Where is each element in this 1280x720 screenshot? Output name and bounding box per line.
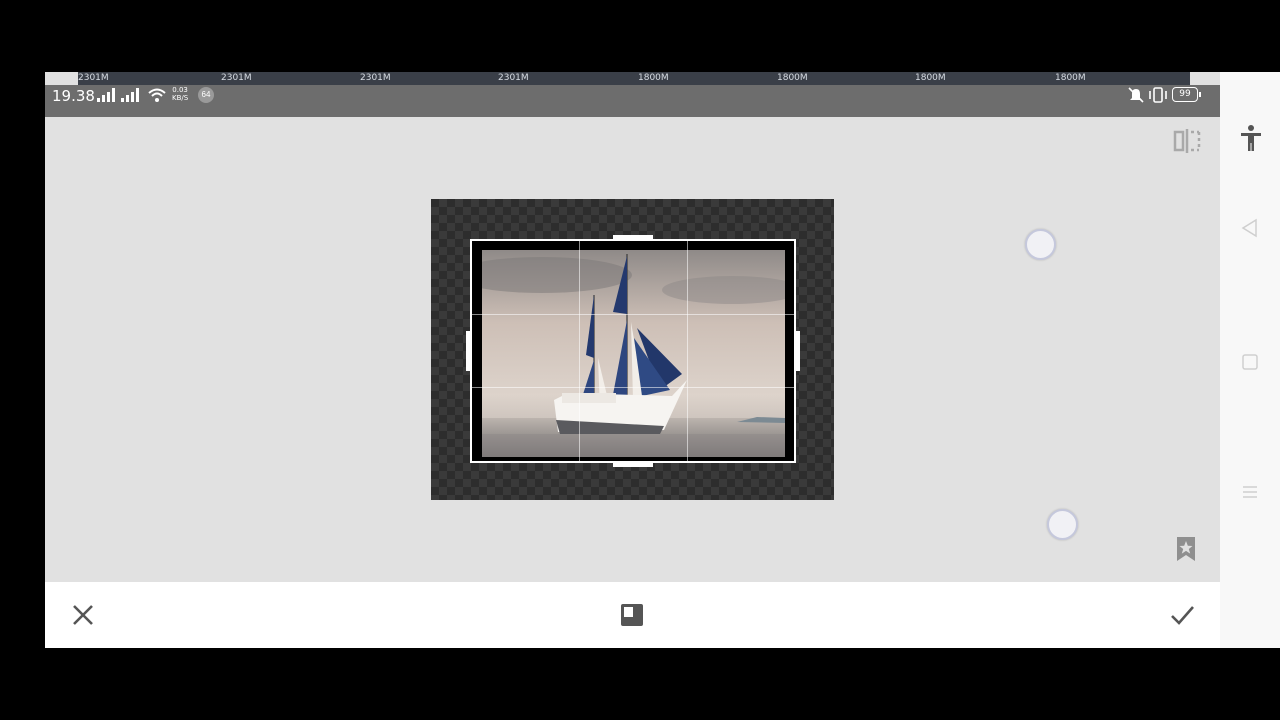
- clock: 19.38: [52, 87, 95, 105]
- cpu-frequency-label: 2301M: [360, 73, 391, 83]
- back-icon[interactable]: [1240, 218, 1260, 238]
- navigation-bar: [1220, 72, 1280, 648]
- notification-badge: 64: [198, 87, 214, 103]
- crop-frame[interactable]: [466, 235, 800, 467]
- status-bar: 19.38 0.03 KB/S 64 99: [45, 85, 1220, 117]
- cpu-frequency-label: 2301M: [78, 73, 109, 83]
- crop-handle-right[interactable]: [794, 331, 800, 371]
- phone-screen: 2301M 2301M 2301M 2301M 1800M 1800M 1800…: [45, 72, 1220, 648]
- aspect-ratio-icon[interactable]: [619, 602, 645, 628]
- network-speed-value: 0.03: [172, 86, 188, 94]
- battery-icon: 99: [1172, 87, 1198, 102]
- cpu-frequency-overlay: 2301M 2301M 2301M 2301M 1800M 1800M 1800…: [78, 72, 1190, 85]
- crop-handle-left[interactable]: [466, 331, 472, 371]
- crop-handle-bottom[interactable]: [613, 461, 653, 467]
- cpu-frequency-label: 1800M: [1055, 73, 1086, 83]
- network-speed: 0.03 KB/S: [172, 86, 188, 102]
- cpu-frequency-label: 1800M: [915, 73, 946, 83]
- crop-grid-line: [472, 314, 794, 315]
- accessibility-icon[interactable]: [1240, 124, 1262, 152]
- confirm-icon[interactable]: [1169, 602, 1195, 628]
- crop-grid-line: [579, 241, 580, 461]
- signal-icon: [121, 88, 139, 102]
- bookmark-icon[interactable]: [1175, 536, 1197, 562]
- bottom-toolbar: [45, 582, 1220, 648]
- floating-touch-point[interactable]: [1047, 509, 1078, 540]
- sailing-ship-photo: [482, 250, 785, 457]
- floating-touch-point[interactable]: [1025, 229, 1056, 260]
- crop-grid-line: [472, 387, 794, 388]
- network-speed-unit: KB/S: [172, 94, 189, 102]
- signal-icon: [97, 88, 115, 102]
- battery-tip: [1199, 92, 1201, 97]
- crop-handle-top[interactable]: [613, 235, 653, 241]
- crop-grid-line: [687, 241, 688, 461]
- home-icon[interactable]: [1240, 352, 1260, 372]
- wifi-icon: [148, 88, 166, 102]
- cpu-frequency-label: 1800M: [638, 73, 669, 83]
- compare-icon[interactable]: [1173, 128, 1201, 154]
- cpu-frequency-label: 2301M: [498, 73, 529, 83]
- close-icon[interactable]: [70, 602, 96, 628]
- cpu-frequency-label: 1800M: [777, 73, 808, 83]
- menu-icon[interactable]: [1240, 482, 1260, 502]
- vibrate-icon: [1149, 87, 1167, 103]
- crop-canvas[interactable]: [431, 199, 834, 500]
- cpu-frequency-label: 2301M: [221, 73, 252, 83]
- mute-icon: [1128, 87, 1144, 103]
